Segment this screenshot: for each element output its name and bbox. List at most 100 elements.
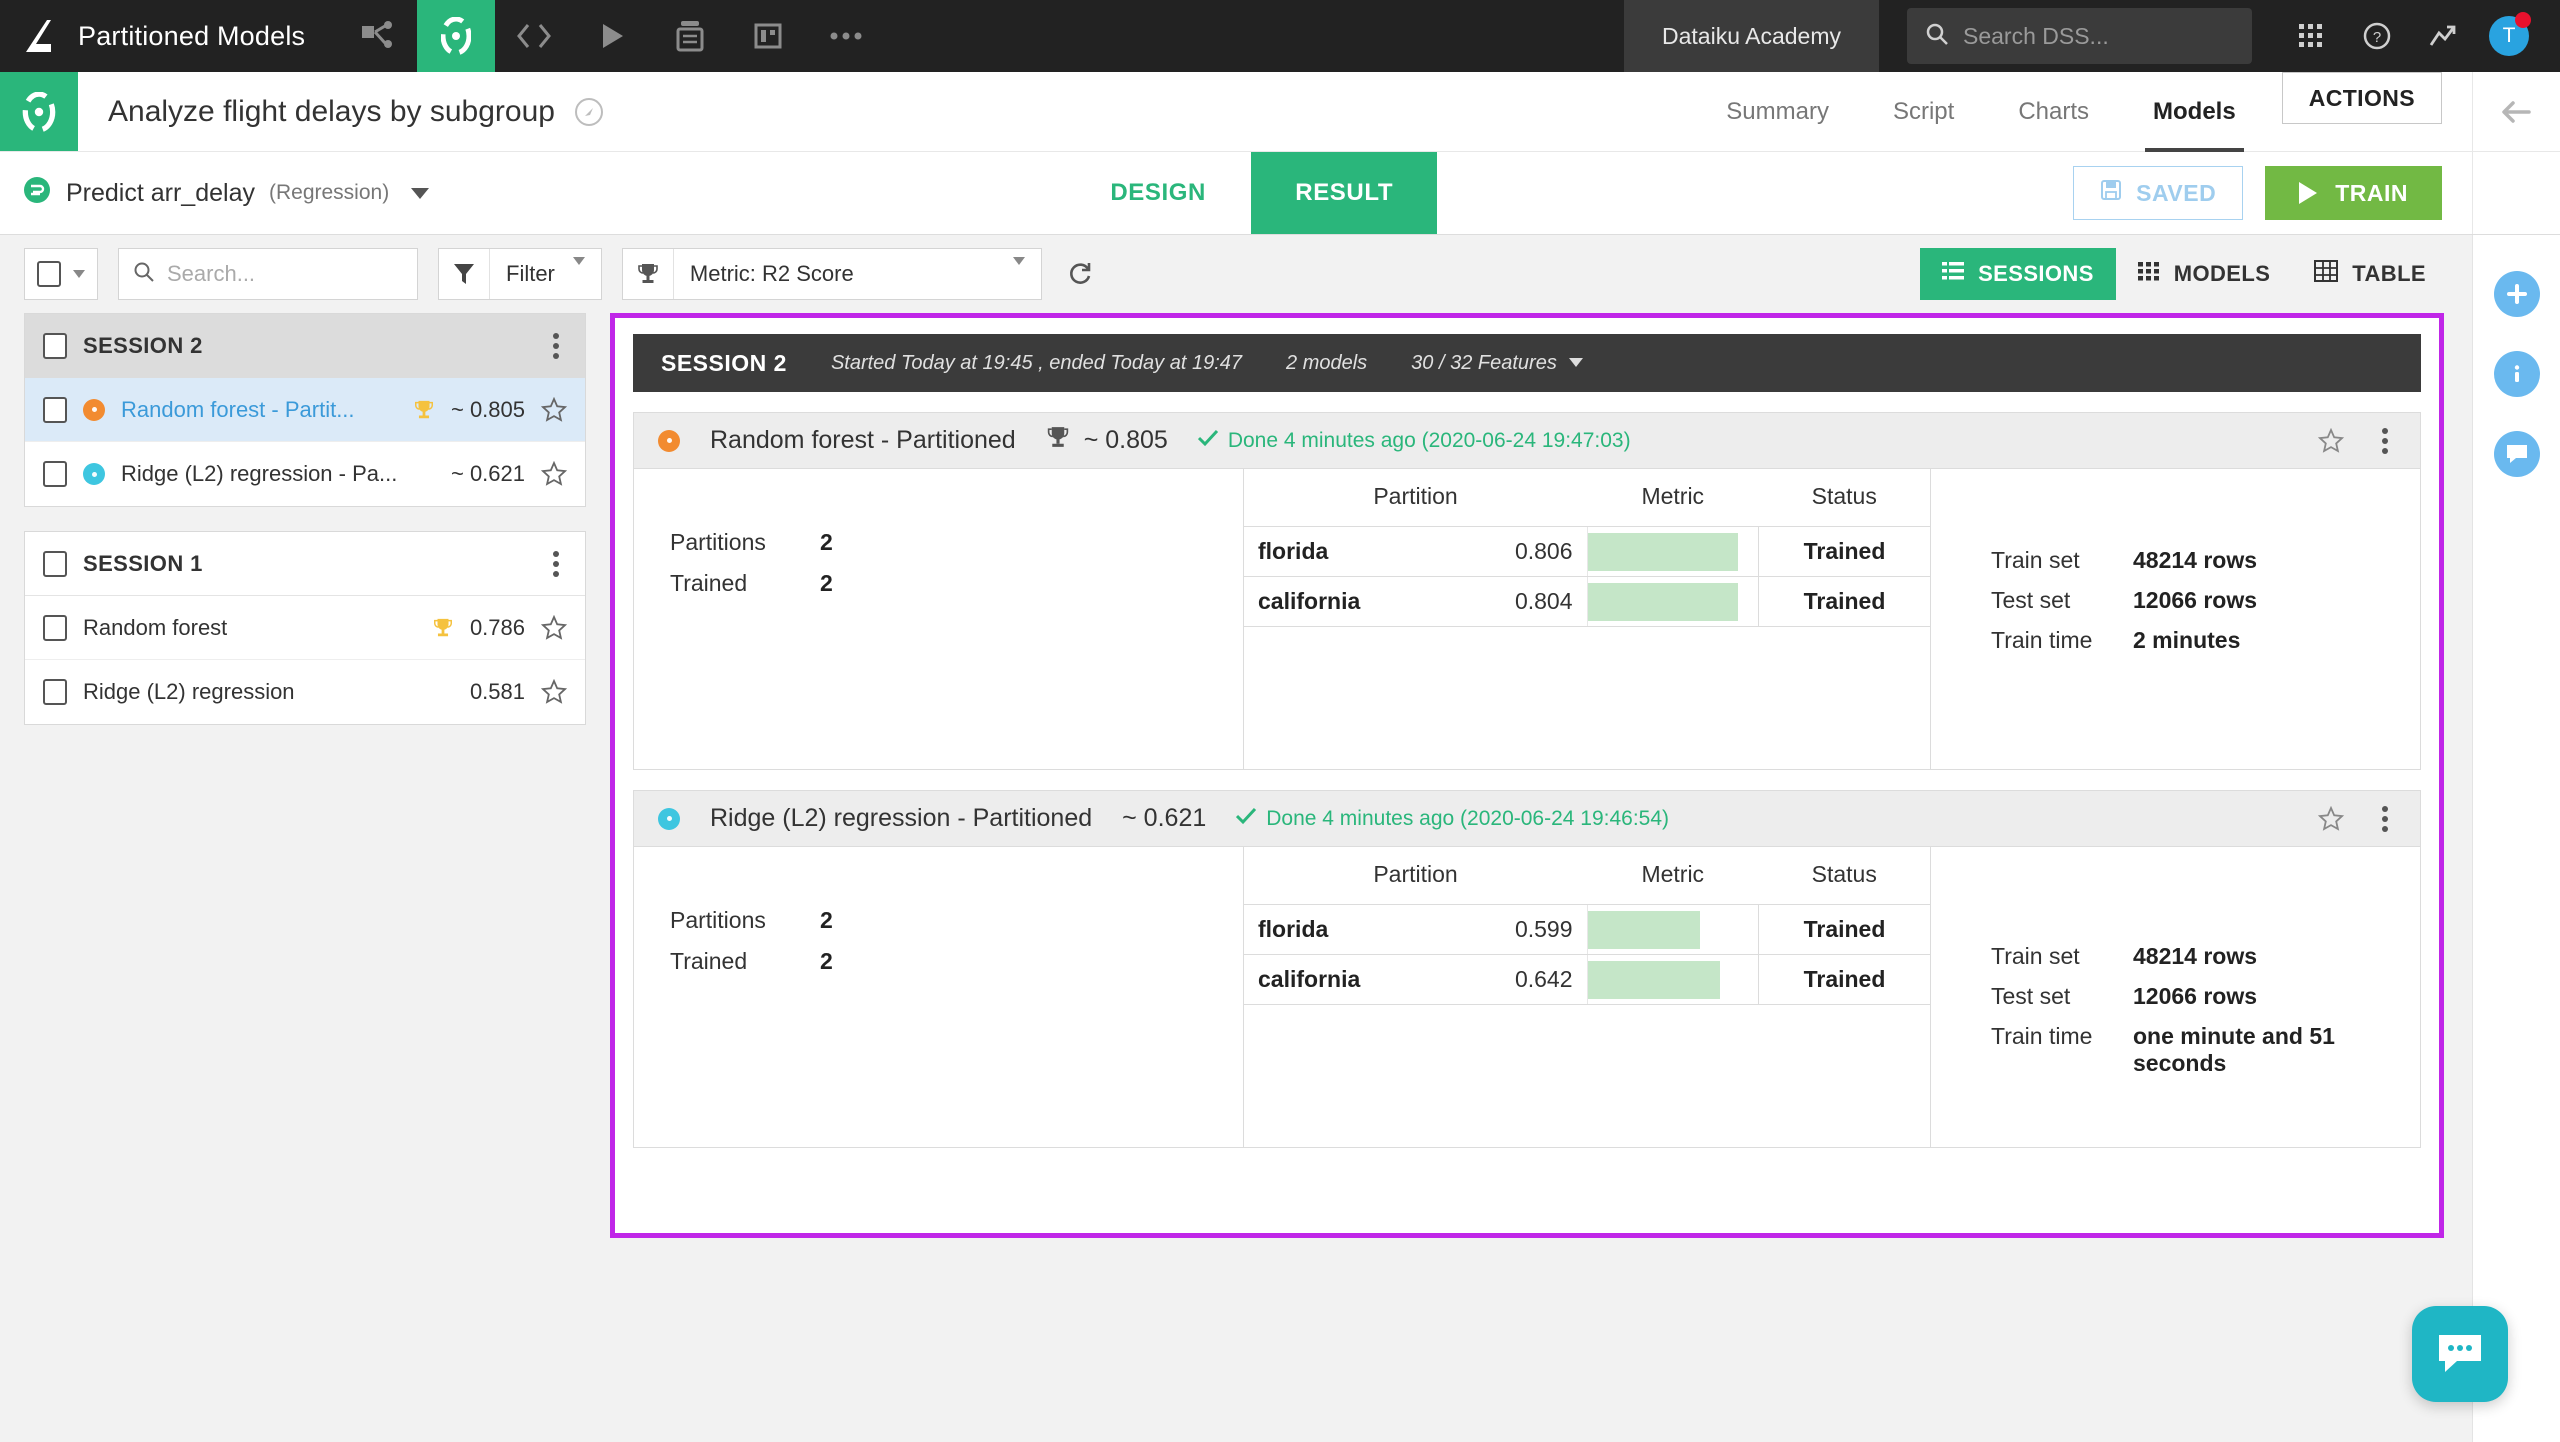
cell-metric-bar <box>1587 576 1759 627</box>
row-checkbox[interactable] <box>43 614 67 641</box>
apps-grid-icon[interactable] <box>2280 0 2342 72</box>
notebooks-icon[interactable] <box>651 0 729 72</box>
list-item[interactable]: Ridge (L2) regression 0.581 <box>25 660 585 724</box>
chat-bubble-icon[interactable] <box>2412 1306 2508 1402</box>
model-card-info: Train set 48214 rows Test set 12066 rows… <box>1930 469 2420 769</box>
star-outline-icon[interactable] <box>541 679 567 705</box>
partitions-table: Partition Metric Status florida 0.806 Tr… <box>1244 469 1930 627</box>
caret-down-icon <box>73 270 85 278</box>
table-row[interactable]: florida 0.806 Trained <box>1244 526 1930 577</box>
lab-icon[interactable] <box>417 0 496 72</box>
kebab-menu-icon[interactable] <box>545 327 567 365</box>
kebab-menu-icon[interactable] <box>2374 422 2396 460</box>
help-circle-icon[interactable]: ? <box>2346 0 2408 72</box>
table-row[interactable]: florida 0.599 Trained <box>1244 904 1930 955</box>
avatar[interactable]: T <box>2478 0 2540 72</box>
plus-circle-icon[interactable] <box>2493 271 2540 317</box>
tab-charts[interactable]: Charts <box>1986 72 2121 152</box>
row-checkbox[interactable] <box>43 461 67 487</box>
tab-script[interactable]: Script <box>1861 72 1986 152</box>
row-checkbox[interactable] <box>43 679 67 705</box>
saved-button[interactable]: SAVED <box>2073 166 2244 220</box>
cell-partition: florida <box>1244 526 1416 577</box>
model-card-header[interactable]: Random forest - Partitioned ~ 0.805 Done… <box>634 413 2420 469</box>
tab-summary[interactable]: Summary <box>1694 72 1861 152</box>
summary-row: Partitions 2 <box>670 907 1243 934</box>
session-2-checkbox[interactable] <box>43 333 67 359</box>
metric-dropdown[interactable]: Metric: R2 Score <box>621 248 1042 300</box>
filter-label: Filter <box>506 261 555 286</box>
session-banner-title: SESSION 2 <box>661 349 787 376</box>
info-value: 48214 rows <box>2133 547 2258 573</box>
info-circle-icon[interactable] <box>2493 351 2540 397</box>
more-icon[interactable] <box>807 0 885 72</box>
model-card-status: Done 4 minutes ago (2020-06-24 19:47:03) <box>1227 428 1631 452</box>
jobs-icon[interactable] <box>573 0 651 72</box>
model-card-header[interactable]: Ridge (L2) regression - Partitioned ~ 0.… <box>634 791 2420 847</box>
session-banner-features[interactable]: 30 / 32 Features <box>1411 352 1583 375</box>
lab-circle-icon[interactable] <box>0 72 78 151</box>
summary-label: Trained <box>670 948 748 974</box>
refresh-icon[interactable] <box>1062 260 1098 288</box>
filter-dropdown[interactable]: Filter <box>438 248 602 300</box>
list-item[interactable]: Random forest - Partit... ~ 0.805 <box>25 378 585 442</box>
list-item[interactable]: Ridge (L2) regression - Pa... ~ 0.621 <box>25 442 585 506</box>
session-header-1[interactable]: SESSION 1 <box>25 532 585 596</box>
model-card-name: Ridge (L2) regression - Partitioned <box>710 804 1093 832</box>
cell-status: Trained <box>1758 526 1930 577</box>
caret-down-icon[interactable] <box>411 187 430 199</box>
table-header-row: Partition Metric Status <box>1244 469 1930 527</box>
page-title: Analyze flight delays by subgroup <box>108 94 555 128</box>
academy-button[interactable]: Dataiku Academy <box>1624 0 1879 72</box>
train-button[interactable]: TRAIN <box>2265 166 2442 220</box>
comment-circle-icon[interactable] <box>2493 431 2540 477</box>
star-outline-icon[interactable] <box>2318 805 2344 832</box>
tab-design[interactable]: DESIGN <box>1065 152 1252 234</box>
global-search-input[interactable]: Search DSS... <box>1907 8 2252 64</box>
row-checkbox[interactable] <box>43 396 67 423</box>
session-header-2[interactable]: SESSION 2 <box>25 314 585 378</box>
kebab-menu-icon[interactable] <box>545 545 567 583</box>
session-1-checkbox[interactable] <box>43 550 67 577</box>
caret-down-icon <box>1568 354 1583 372</box>
grid-icon <box>2137 261 2160 287</box>
trending-up-icon[interactable] <box>2412 0 2474 72</box>
collapse-rail-button[interactable] <box>2472 72 2560 151</box>
actions-button[interactable]: ACTIONS <box>2281 72 2442 124</box>
info-value: 12066 rows <box>2133 983 2258 1009</box>
dataiku-logo-icon[interactable] <box>0 0 78 72</box>
star-outline-icon[interactable] <box>541 614 567 641</box>
kebab-menu-icon[interactable] <box>2374 800 2396 838</box>
view-models[interactable]: MODELS <box>2116 248 2293 300</box>
list-item-label: Ridge (L2) regression <box>83 679 295 704</box>
view-table[interactable]: TABLE <box>2292 248 2448 300</box>
star-outline-icon[interactable] <box>2318 427 2344 454</box>
modelbar-actions: SAVED TRAIN <box>2073 152 2472 234</box>
star-outline-icon[interactable] <box>541 396 567 423</box>
model-card-body: Partitions 2 Trained 2 Partition Metric … <box>634 469 2420 769</box>
share-circle-icon[interactable] <box>574 97 603 126</box>
info-label: Test set <box>1991 983 2071 1009</box>
list-item[interactable]: Random forest 0.786 <box>25 596 585 660</box>
model-card-name: Random forest - Partitioned <box>710 426 1016 454</box>
code-icon[interactable] <box>495 0 573 72</box>
table-row[interactable]: california 0.804 Trained <box>1244 576 1930 627</box>
info-value: 12066 rows <box>2133 587 2258 613</box>
search-placeholder: Search DSS... <box>1963 22 2109 49</box>
search-input[interactable]: Search... <box>118 248 418 300</box>
star-outline-icon[interactable] <box>541 461 567 487</box>
table-row[interactable]: california 0.642 Trained <box>1244 954 1930 1005</box>
model-identity: Predict arr_delay (Regression) <box>0 152 430 234</box>
checkbox-icon[interactable] <box>37 261 61 287</box>
dashboards-icon[interactable] <box>729 0 807 72</box>
notification-dot <box>2515 12 2531 28</box>
tab-result[interactable]: RESULT <box>1251 152 1438 234</box>
body-wrapper: Search... Filter Metric: R2 Score SESSIO… <box>0 235 2560 1442</box>
flow-icon[interactable] <box>339 0 417 72</box>
project-name[interactable]: Partitioned Models <box>78 0 339 72</box>
floppy-disk-icon <box>2100 179 2122 207</box>
tab-models[interactable]: Models <box>2121 72 2268 152</box>
view-sessions[interactable]: SESSIONS <box>1920 248 2116 300</box>
select-all-dropdown[interactable] <box>24 248 98 300</box>
